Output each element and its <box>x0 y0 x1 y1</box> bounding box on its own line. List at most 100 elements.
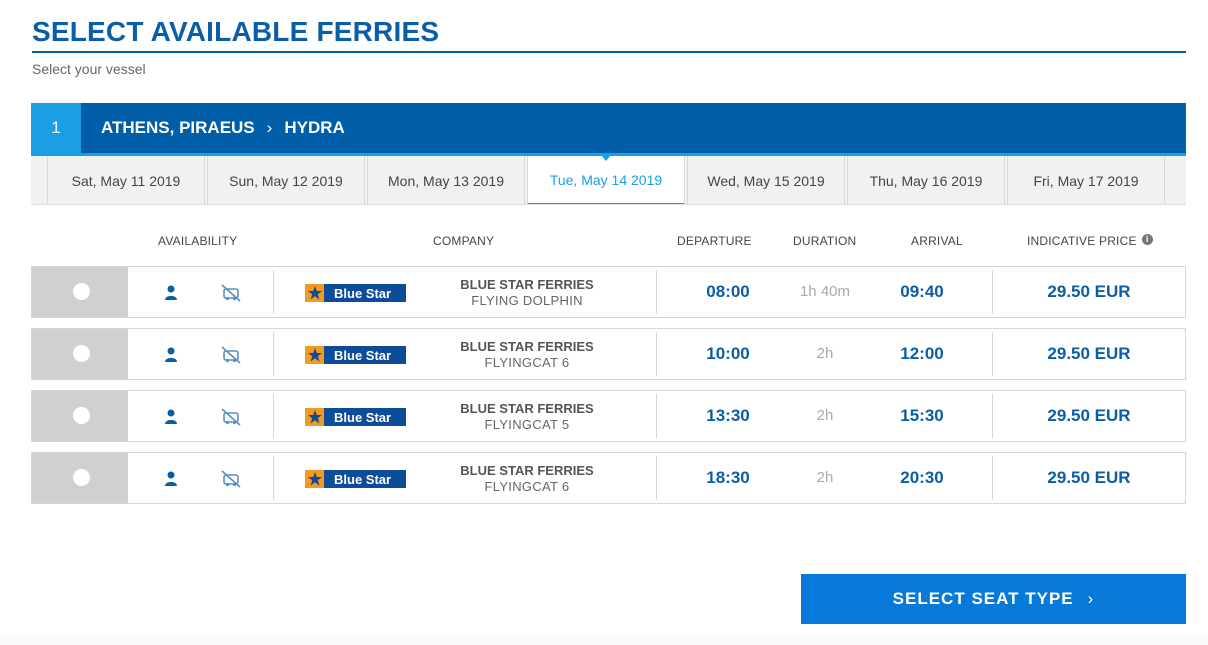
duration: 2h <box>816 469 834 486</box>
company-cell: BLUE STAR FERRIES FLYINGCAT 6 <box>427 339 627 371</box>
company-cell: BLUE STAR FERRIES FLYINGCAT 6 <box>427 463 627 495</box>
ferry-radio[interactable] <box>73 283 90 300</box>
ferry-radio[interactable] <box>73 407 90 424</box>
select-cell[interactable] <box>32 267 128 317</box>
no-vehicle-icon <box>221 346 241 364</box>
column-header-price-label: INDICATIVE PRICE <box>1027 234 1137 248</box>
info-icon[interactable]: i <box>1141 234 1153 245</box>
route-chevron-icon: › <box>266 118 273 137</box>
price: 29.50 EUR <box>1047 344 1131 363</box>
arrival-time: 15:30 <box>900 406 944 425</box>
logo-text: Blue Star <box>334 471 392 487</box>
chevron-right-icon: › <box>1087 589 1095 608</box>
cell-divider <box>656 270 657 314</box>
cell-divider <box>992 394 993 438</box>
route-origin: ATHENS, PIRAEUS <box>101 118 255 137</box>
no-vehicle-icon <box>221 470 241 488</box>
company-name: BLUE STAR FERRIES <box>460 401 594 416</box>
cell-divider <box>273 456 274 500</box>
column-header-arrival: ARRIVAL <box>911 234 963 248</box>
price: 29.50 EUR <box>1047 282 1131 301</box>
cell-divider <box>992 456 993 500</box>
date-tab[interactable]: Thu, May 16 2019 <box>847 156 1005 204</box>
date-tabs: Sat, May 11 2019 Sun, May 12 2019 Mon, M… <box>31 156 1186 205</box>
cell-divider <box>273 394 274 438</box>
duration: 2h <box>816 345 834 362</box>
duration: 2h <box>816 407 834 424</box>
page-subtitle: Select your vessel <box>32 61 146 77</box>
blue-star-logo: Blue Star <box>305 470 406 488</box>
column-header-availability: AVAILABILITY <box>158 234 238 248</box>
star-icon <box>305 470 324 488</box>
logo-text: Blue Star <box>334 347 392 363</box>
person-icon <box>165 471 177 486</box>
footer-strip <box>0 633 1208 645</box>
ferry-row[interactable]: Blue Star BLUE STAR FERRIES FLYING DOLPH… <box>31 266 1186 318</box>
arrival-time: 09:40 <box>900 282 944 301</box>
company-name: BLUE STAR FERRIES <box>460 339 594 354</box>
ferry-row[interactable]: Blue Star BLUE STAR FERRIES FLYINGCAT 5 … <box>31 390 1186 442</box>
blue-star-logo: Blue Star <box>305 346 406 364</box>
price: 29.50 EUR <box>1047 468 1131 487</box>
date-tab[interactable]: Sun, May 12 2019 <box>207 156 365 204</box>
date-tab[interactable]: Sat, May 11 2019 <box>47 156 205 204</box>
star-icon <box>305 346 324 364</box>
cell-divider <box>656 332 657 376</box>
select-seat-type-label: SELECT SEAT TYPE <box>892 589 1074 608</box>
cell-divider <box>273 332 274 376</box>
person-icon <box>165 347 177 362</box>
route-bar: 1 ATHENS, PIRAEUS › HYDRA <box>31 103 1186 153</box>
person-icon <box>165 285 177 300</box>
duration: 1h 40m <box>799 283 851 300</box>
arrival-time: 20:30 <box>900 468 944 487</box>
select-cell[interactable] <box>32 391 128 441</box>
date-tab-selected[interactable]: Tue, May 14 2019 <box>527 156 685 204</box>
company-cell: BLUE STAR FERRIES FLYINGCAT 5 <box>427 401 627 433</box>
company-name: BLUE STAR FERRIES <box>460 277 594 292</box>
cell-divider <box>992 270 993 314</box>
cell-divider <box>656 394 657 438</box>
price: 29.50 EUR <box>1047 406 1131 425</box>
select-cell[interactable] <box>32 453 128 503</box>
route-number: 1 <box>31 103 81 153</box>
company-cell: BLUE STAR FERRIES FLYING DOLPHIN <box>427 277 627 309</box>
vessel-name: FLYINGCAT 6 <box>484 355 570 370</box>
company-name: BLUE STAR FERRIES <box>460 463 594 478</box>
blue-star-logo: Blue Star <box>305 284 406 302</box>
cell-divider <box>273 270 274 314</box>
person-icon <box>165 409 177 424</box>
route-title: ATHENS, PIRAEUS › HYDRA <box>101 103 345 153</box>
column-header-company: COMPANY <box>433 234 495 248</box>
date-tab[interactable]: Wed, May 15 2019 <box>687 156 845 204</box>
date-tab[interactable]: Mon, May 13 2019 <box>367 156 525 204</box>
column-header-departure: DEPARTURE <box>677 234 752 248</box>
logo-text: Blue Star <box>334 409 392 425</box>
cell-divider <box>992 332 993 376</box>
page-title: SELECT AVAILABLE FERRIES <box>32 16 440 47</box>
blue-star-logo: Blue Star <box>305 408 406 426</box>
no-vehicle-icon <box>221 408 241 426</box>
ferry-radio[interactable] <box>73 469 90 486</box>
vessel-name: FLYINGCAT 6 <box>484 479 570 494</box>
column-header-duration: DURATION <box>793 234 857 248</box>
column-header-price: INDICATIVE PRICE i <box>1027 234 1153 248</box>
no-vehicle-icon <box>221 284 241 302</box>
departure-time: 08:00 <box>706 282 750 301</box>
logo-text: Blue Star <box>334 285 392 301</box>
title-divider <box>32 51 1186 53</box>
departure-time: 10:00 <box>706 344 750 363</box>
date-tab[interactable]: Fri, May 17 2019 <box>1007 156 1165 204</box>
star-icon <box>305 284 324 302</box>
select-cell[interactable] <box>32 329 128 379</box>
vessel-name: FLYING DOLPHIN <box>471 293 583 308</box>
arrival-time: 12:00 <box>900 344 944 363</box>
ferry-radio[interactable] <box>73 345 90 362</box>
select-seat-type-button[interactable]: SELECT SEAT TYPE › <box>801 574 1186 624</box>
ferry-row[interactable]: Blue Star BLUE STAR FERRIES FLYINGCAT 6 … <box>31 452 1186 504</box>
departure-time: 13:30 <box>706 406 750 425</box>
vessel-name: FLYINGCAT 5 <box>484 417 570 432</box>
ferry-row[interactable]: Blue Star BLUE STAR FERRIES FLYINGCAT 6 … <box>31 328 1186 380</box>
departure-time: 18:30 <box>706 468 750 487</box>
star-icon <box>305 408 324 426</box>
cell-divider <box>656 456 657 500</box>
